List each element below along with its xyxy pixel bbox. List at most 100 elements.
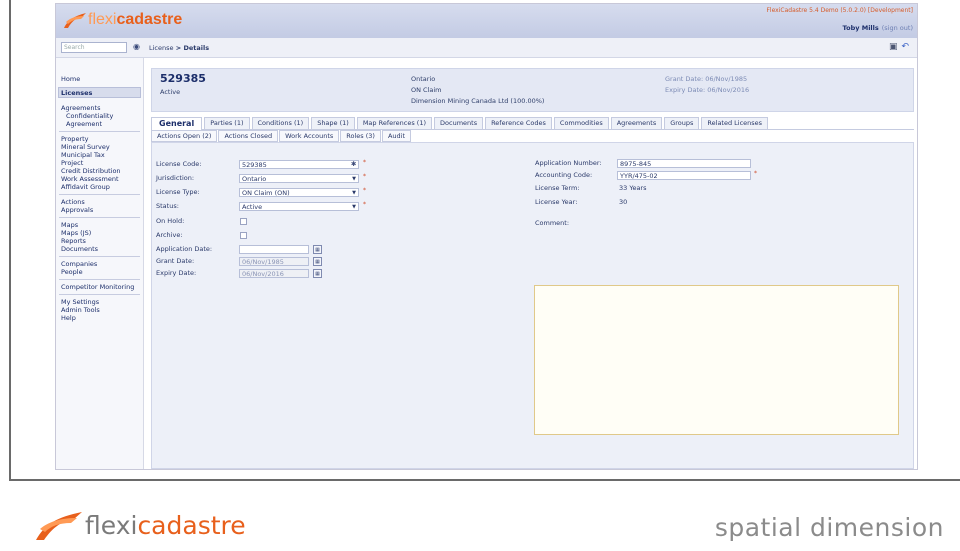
on-hold-checkbox[interactable] [240, 218, 247, 225]
status-label: Status: [156, 202, 179, 210]
sidebar-item-affidavit-group[interactable]: Affidavit Group [61, 183, 110, 191]
sidebar-item-competitor-monitoring[interactable]: Competitor Monitoring [61, 283, 134, 291]
tab-shape[interactable]: Shape (1) [311, 117, 355, 129]
sidebar-item-work-assessment[interactable]: Work Assessment [61, 175, 119, 183]
undo-icon[interactable]: ↶ [901, 42, 909, 52]
tab-related-licenses[interactable]: Related Licenses [701, 117, 769, 129]
subtab-work-accounts[interactable]: Work Accounts [279, 130, 340, 142]
user-name: Toby Mills [842, 24, 879, 32]
sidebar-item-documents[interactable]: Documents [61, 245, 98, 253]
flexi-swoosh-icon [36, 512, 82, 540]
sidebar-item-municipal-tax[interactable]: Municipal Tax [61, 151, 105, 159]
generate-code-icon[interactable]: ✱ [351, 160, 356, 168]
search-input[interactable]: Search [61, 42, 127, 53]
breadcrumb-current: Details [183, 44, 210, 52]
sidebar-item-licenses[interactable]: Licenses [61, 89, 92, 97]
expiry-date-field[interactable]: 06/Nov/2016 [239, 269, 309, 278]
accounting-code-label: Accounting Code: [535, 171, 593, 179]
tab-map-references[interactable]: Map References (1) [356, 117, 433, 129]
jurisdiction-select[interactable]: Ontario ▼ [239, 174, 359, 183]
sidebar-item-credit-distribution[interactable]: Credit Distribution [61, 167, 121, 175]
tab-bar: General Parties (1) Conditions (1) Shape… [151, 117, 770, 130]
application-number-field[interactable]: 8975-845 [617, 159, 751, 168]
sidebar-item-home[interactable]: Home [61, 75, 80, 83]
sidebar-item-people[interactable]: People [61, 268, 83, 276]
tab-agreements[interactable]: Agreements [610, 117, 663, 129]
sidebar-item-help[interactable]: Help [61, 314, 76, 322]
sidebar-item-mineral-survey[interactable]: Mineral Survey [61, 143, 110, 151]
tab-groups[interactable]: Groups [664, 117, 700, 129]
sidebar-item-maps-js[interactable]: Maps (JS) [61, 229, 91, 237]
application-date-field[interactable] [239, 245, 309, 254]
footer-flexicadastre-logo: flexicadastre [33, 505, 246, 545]
breadcrumb: License > Details [149, 44, 209, 52]
footer-logo-flexi: flexi [85, 510, 138, 540]
license-code-field[interactable]: 529385 [239, 160, 359, 169]
app-logo[interactable]: flexicadastre [62, 8, 182, 32]
sidebar-item-actions[interactable]: Actions [61, 198, 85, 206]
sidebar-item-reports[interactable]: Reports [61, 237, 86, 245]
chevron-down-icon: ▼ [352, 176, 356, 182]
subtab-audit[interactable]: Audit [381, 130, 411, 142]
calendar-icon[interactable]: ▦ [313, 245, 322, 254]
save-icon[interactable]: ▣ [889, 42, 898, 52]
breadcrumb-parent[interactable]: License [149, 44, 174, 52]
user-info: Toby Mills (sign out) [843, 24, 913, 32]
archive-checkbox[interactable] [240, 232, 247, 239]
comment-textarea[interactable] [534, 285, 899, 435]
license-summary: 529385 Active Ontario ON Claim Dimension… [151, 68, 914, 112]
license-code-label: License Code: [156, 160, 202, 168]
search-icon[interactable]: ◉ [133, 42, 142, 52]
chevron-down-icon: ▼ [352, 204, 356, 210]
license-number-title: 529385 [160, 72, 206, 85]
sign-out-link[interactable]: (sign out) [882, 24, 913, 32]
tab-general[interactable]: General [151, 117, 203, 130]
subtab-roles[interactable]: Roles (3) [340, 130, 381, 142]
application-number-label: Application Number: [535, 159, 602, 167]
comment-label: Comment: [535, 219, 570, 227]
accounting-code-field[interactable]: YYR/475-02 [617, 171, 751, 180]
sidebar-item-confidentiality-agreement[interactable]: Agreement [66, 120, 102, 128]
sidebar-item-companies[interactable]: Companies [61, 260, 97, 268]
tab-commodities[interactable]: Commodities [553, 117, 609, 129]
sidebar-divider [59, 194, 140, 195]
sidebar-item-agreements[interactable]: Agreements [61, 104, 101, 112]
jurisdiction-value: Ontario [242, 175, 267, 183]
summary-type: ON Claim [411, 86, 442, 94]
tab-documents[interactable]: Documents [434, 117, 484, 129]
license-type-label: License Type: [156, 188, 200, 196]
sidebar-item-my-settings[interactable]: My Settings [61, 298, 99, 306]
breadcrumb-separator: > [173, 44, 184, 52]
calendar-icon[interactable]: ▦ [313, 257, 322, 266]
tab-parties[interactable]: Parties (1) [204, 117, 250, 129]
subtab-actions-open[interactable]: Actions Open (2) [151, 130, 218, 142]
spatial-dimension-logo: spatial dimension [714, 513, 944, 542]
subtab-actions-closed[interactable]: Actions Closed [218, 130, 279, 142]
license-type-select[interactable]: ON Claim (ON) ▼ [239, 188, 359, 197]
tab-reference-codes[interactable]: Reference Codes [485, 117, 552, 129]
summary-expiry-date: Expiry Date: 06/Nov/2016 [665, 86, 750, 94]
required-mark: * [754, 170, 757, 177]
summary-jurisdiction: Ontario [411, 75, 436, 83]
sidebar-item-maps[interactable]: Maps [61, 221, 78, 229]
sidebar-divider [59, 217, 140, 218]
subtab-bar: Actions Open (2) Actions Closed Work Acc… [151, 130, 412, 142]
sidebar-item-approvals[interactable]: Approvals [61, 206, 93, 214]
sidebar-item-project[interactable]: Project [61, 159, 83, 167]
sidebar-item-admin-tools[interactable]: Admin Tools [61, 306, 100, 314]
sidebar: Home Licenses Agreements Confidentiality… [56, 58, 144, 469]
required-mark: * [363, 187, 366, 194]
toolbar: Search ◉ License > Details ▣ ↶ [56, 38, 917, 58]
calendar-icon[interactable]: ▦ [313, 269, 322, 278]
expiry-date-label: Expiry Date: [156, 269, 197, 277]
tab-conditions[interactable]: Conditions (1) [251, 117, 310, 129]
license-term-value: 33 Years [619, 184, 647, 192]
sidebar-divider [59, 294, 140, 295]
license-status-text: Active [160, 88, 181, 96]
logo-cadastre-text: cadastre [116, 11, 183, 28]
grant-date-field[interactable]: 06/Nov/1985 [239, 257, 309, 266]
required-mark: * [363, 159, 366, 166]
status-select[interactable]: Active ▼ [239, 202, 359, 211]
sidebar-item-property[interactable]: Property [61, 135, 89, 143]
sidebar-item-confidentiality[interactable]: Confidentiality [66, 112, 113, 120]
